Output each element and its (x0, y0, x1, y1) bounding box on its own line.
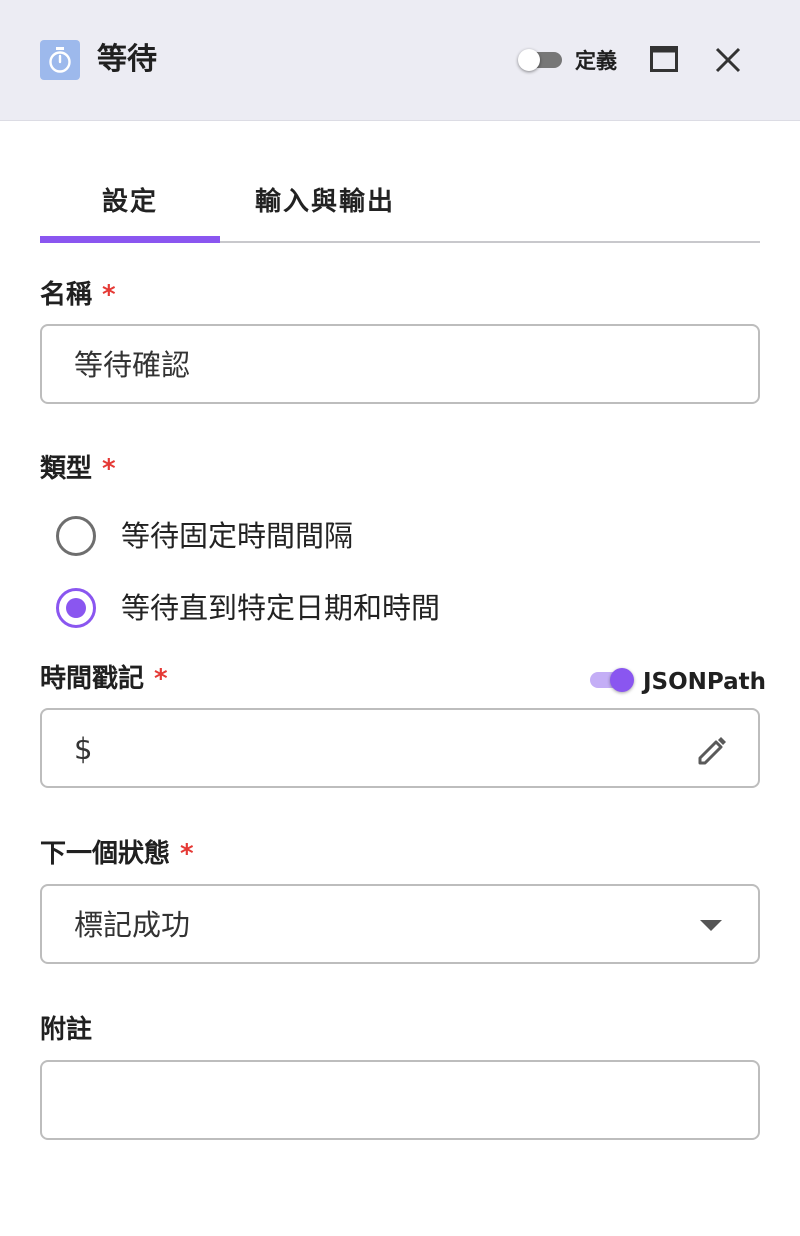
jsonpath-toggle-label: JSONPath (643, 669, 767, 695)
active-tab-indicator (40, 236, 220, 243)
definition-toggle-label: 定義 (575, 49, 617, 73)
radio-fixed-interval[interactable] (56, 516, 96, 556)
close-icon[interactable] (714, 46, 742, 74)
radio-until-datetime-label[interactable]: 等待直到特定日期和時間 (121, 588, 440, 628)
tab-bar: 設定 輸入與輸出 (40, 166, 760, 243)
toggle-knob (610, 668, 634, 692)
panel-header: 等待 定義 (0, 0, 800, 121)
maximize-icon[interactable] (650, 46, 678, 72)
name-input-value: 等待確認 (74, 348, 191, 382)
name-input[interactable]: 等待確認 (40, 324, 760, 404)
name-label-text: 名稱 (40, 280, 93, 310)
radio-fixed-interval-label[interactable]: 等待固定時間間隔 (121, 516, 353, 556)
type-label-text: 類型 (40, 454, 93, 484)
comment-label: 附註 (40, 1012, 92, 1048)
jsonpath-toggle[interactable] (588, 667, 636, 693)
next-state-value: 標記成功 (74, 908, 191, 942)
next-state-label: 下一個狀態 * (40, 836, 194, 872)
timer-icon (40, 40, 80, 80)
comment-label-text: 附註 (40, 1015, 93, 1045)
next-state-select[interactable]: 標記成功 (40, 884, 760, 964)
timestamp-input[interactable]: $ (40, 708, 760, 788)
name-label: 名稱 * (40, 277, 116, 313)
required-mark: * (154, 664, 168, 694)
caret-down-icon (700, 920, 722, 931)
required-mark: * (102, 280, 116, 310)
tab-settings[interactable]: 設定 (40, 182, 220, 222)
timestamp-input-value: $ (74, 732, 93, 766)
panel-title: 等待 (97, 42, 157, 77)
timestamp-label-text: 時間戳記 (40, 664, 145, 694)
required-mark: * (180, 839, 194, 869)
timestamp-label: 時間戳記 * (40, 661, 168, 697)
comment-input[interactable] (40, 1060, 760, 1140)
tab-input-output[interactable]: 輸入與輸出 (255, 182, 395, 222)
pencil-icon[interactable] (692, 730, 732, 770)
type-label: 類型 * (40, 451, 116, 487)
toggle-knob (518, 49, 540, 71)
radio-until-datetime[interactable] (56, 588, 96, 628)
next-state-label-text: 下一個狀態 (40, 839, 171, 869)
required-mark: * (102, 454, 116, 484)
definition-toggle[interactable] (518, 48, 564, 72)
